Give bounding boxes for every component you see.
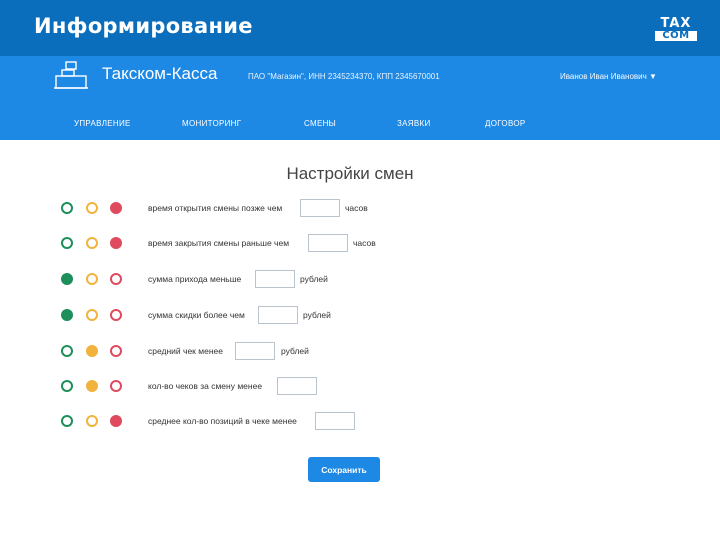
page-title: Настройки смен xyxy=(286,164,414,183)
status-red-toggle[interactable] xyxy=(110,237,122,249)
organization-info: ПАО "Магазин", ИНН 2345234370, КПП 23456… xyxy=(248,72,440,81)
rule-label: время закрытия смены раньше чем xyxy=(148,238,290,248)
slide-title: Информирование xyxy=(34,14,253,38)
status-yellow-toggle[interactable] xyxy=(86,345,98,357)
threshold-input[interactable] xyxy=(300,199,340,217)
rule-row: средний чек менее рублей xyxy=(0,342,720,362)
status-green-toggle[interactable] xyxy=(61,309,73,321)
cash-register-icon xyxy=(54,61,88,89)
rule-unit: рублей xyxy=(281,346,309,356)
rule-row: кол-во чеков за смену менее xyxy=(0,377,720,397)
status-yellow-toggle[interactable] xyxy=(86,309,98,321)
status-red-toggle[interactable] xyxy=(110,273,122,285)
status-yellow-toggle[interactable] xyxy=(86,202,98,214)
threshold-input[interactable] xyxy=(308,234,348,252)
rule-unit: часов xyxy=(345,203,368,213)
status-yellow-toggle[interactable] xyxy=(86,237,98,249)
slide-header: Информирование TAX COM xyxy=(0,0,720,56)
logo-text-top: TAX xyxy=(660,16,692,31)
nav-item-requests[interactable]: ЗАЯВКИ xyxy=(397,119,431,128)
rule-label: кол-во чеков за смену менее xyxy=(148,381,263,391)
app-header: Такском-Касса ПАО "Магазин", ИНН 2345234… xyxy=(0,56,720,140)
status-red-toggle[interactable] xyxy=(110,345,122,357)
rule-unit: часов xyxy=(353,238,376,248)
rule-label: время открытия смены позже чем xyxy=(148,203,283,213)
app-name[interactable]: Такском-Касса xyxy=(102,64,217,84)
status-red-toggle[interactable] xyxy=(110,415,122,427)
status-green-toggle[interactable] xyxy=(61,345,73,357)
status-red-toggle[interactable] xyxy=(110,309,122,321)
rule-label: сумма скидки более чем xyxy=(148,310,245,320)
status-yellow-toggle[interactable] xyxy=(86,415,98,427)
nav-item-shifts[interactable]: СМЕНЫ xyxy=(304,119,336,128)
status-green-toggle[interactable] xyxy=(61,380,73,392)
rule-row: сумма прихода меньше рублей xyxy=(0,270,720,290)
taxcom-logo: TAX COM xyxy=(655,16,697,42)
status-green-toggle[interactable] xyxy=(61,237,73,249)
save-button[interactable]: Сохранить xyxy=(308,457,380,482)
nav-item-contract[interactable]: ДОГОВОР xyxy=(485,119,525,128)
threshold-input[interactable] xyxy=(235,342,275,360)
nav-item-management[interactable]: УПРАВЛЕНИЕ xyxy=(74,119,131,128)
nav-item-monitoring[interactable]: МОНИТОРИНГ xyxy=(182,119,241,128)
status-red-toggle[interactable] xyxy=(110,380,122,392)
rule-label: среднее кол-во позиций в чеке менее xyxy=(148,416,297,426)
threshold-input[interactable] xyxy=(277,377,317,395)
rule-row: среднее кол-во позиций в чеке менее xyxy=(0,412,720,432)
status-green-toggle[interactable] xyxy=(61,202,73,214)
status-red-toggle[interactable] xyxy=(110,202,122,214)
status-green-toggle[interactable] xyxy=(61,415,73,427)
logo-text-bottom: COM xyxy=(655,31,697,41)
rule-label: средний чек менее xyxy=(148,346,223,356)
rule-unit: рублей xyxy=(300,274,328,284)
threshold-input[interactable] xyxy=(255,270,295,288)
threshold-input[interactable] xyxy=(315,412,355,430)
status-yellow-toggle[interactable] xyxy=(86,273,98,285)
rule-row: время закрытия смены раньше чем часов xyxy=(0,234,720,254)
main-nav: УПРАВЛЕНИЕ МОНИТОРИНГ СМЕНЫ ЗАЯВКИ ДОГОВ… xyxy=(0,119,720,131)
rule-label: сумма прихода меньше xyxy=(148,274,242,284)
rule-row: сумма скидки более чем рублей xyxy=(0,306,720,326)
user-menu[interactable]: Иванов Иван Иванович ▼ xyxy=(560,72,657,81)
rule-unit: рублей xyxy=(303,310,331,320)
rule-row: время открытия смены позже чем часов xyxy=(0,199,720,219)
status-yellow-toggle[interactable] xyxy=(86,380,98,392)
status-green-toggle[interactable] xyxy=(61,273,73,285)
threshold-input[interactable] xyxy=(258,306,298,324)
